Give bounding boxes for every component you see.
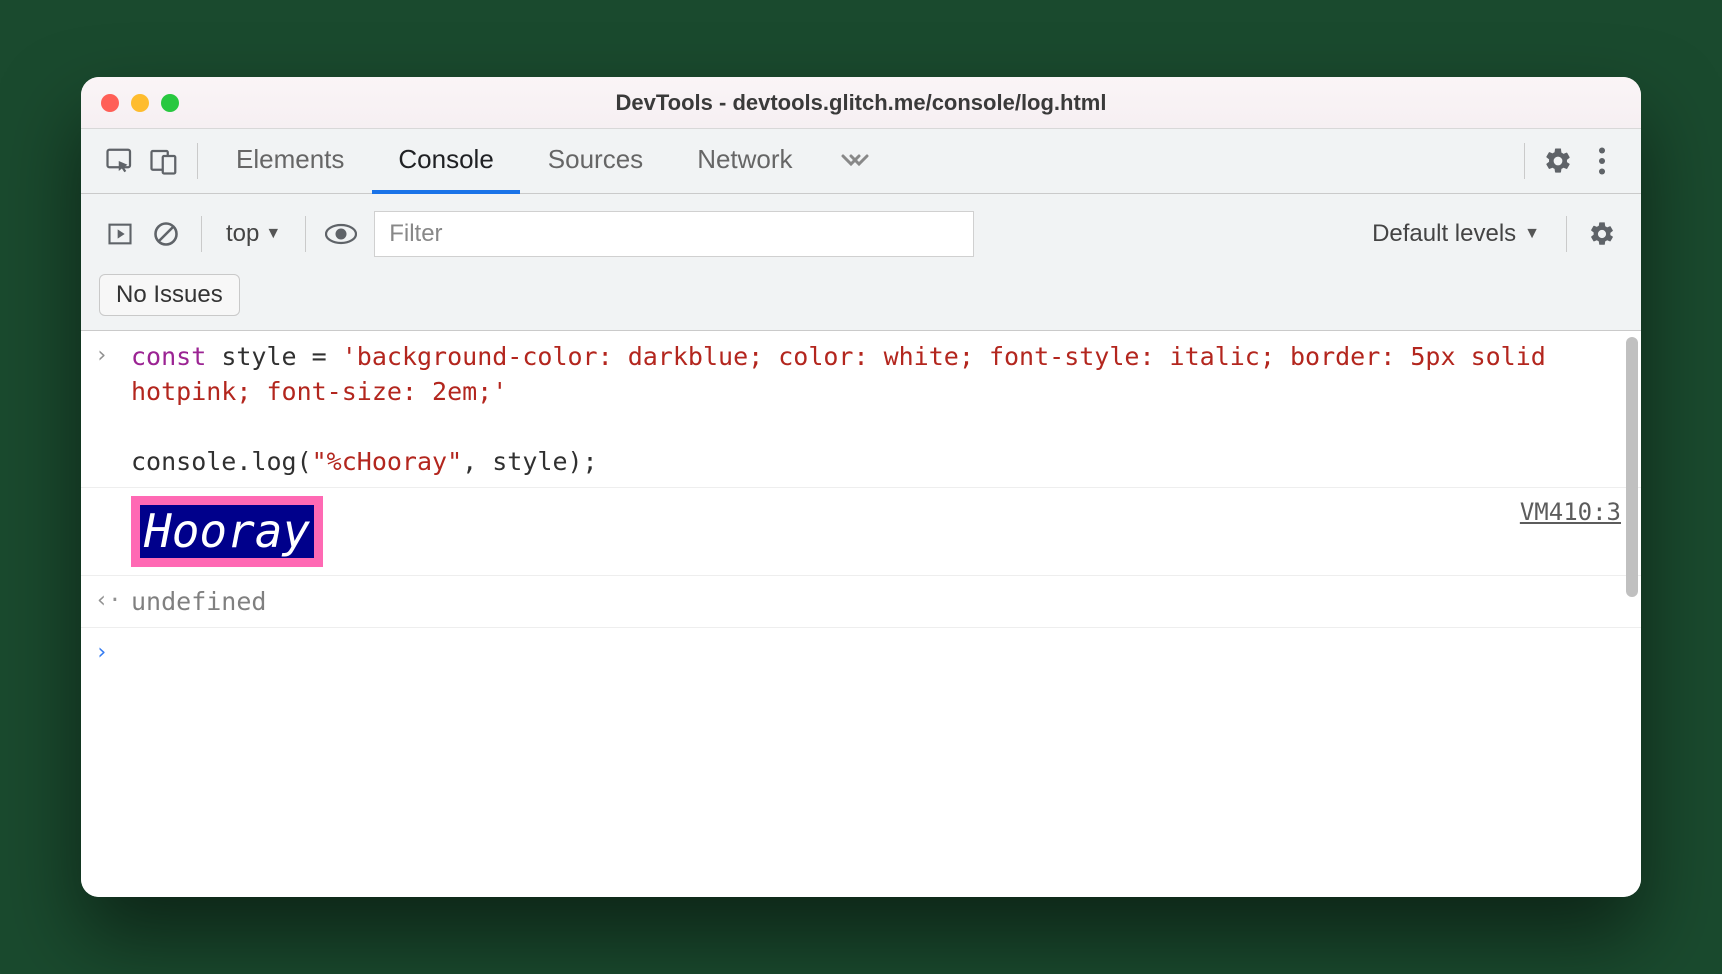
toggle-sidebar-icon[interactable] — [99, 213, 141, 255]
source-link[interactable]: VM410:3 — [1520, 496, 1621, 567]
return-value: undefined — [131, 584, 1621, 619]
chevron-down-icon: ▼ — [1524, 225, 1540, 243]
window-title: DevTools - devtools.glitch.me/console/lo… — [81, 90, 1641, 116]
log-content: Hooray — [131, 496, 1500, 567]
console-return-row: ‹· undefined — [81, 576, 1641, 628]
close-window-button[interactable] — [101, 94, 119, 112]
divider — [1566, 216, 1567, 252]
titlebar: DevTools - devtools.glitch.me/console/lo… — [81, 77, 1641, 129]
divider — [197, 143, 198, 179]
console-input-row: › const style = 'background-color: darkb… — [81, 331, 1641, 488]
divider — [201, 216, 202, 252]
levels-label: Default levels — [1372, 220, 1516, 248]
console-toolbar: top ▼ Default levels ▼ — [81, 194, 1641, 331]
kebab-menu-icon[interactable] — [1581, 140, 1623, 182]
filter-input[interactable] — [374, 211, 974, 257]
settings-icon[interactable] — [1537, 140, 1579, 182]
tab-network[interactable]: Network — [671, 129, 818, 194]
console-prompt-row[interactable]: › — [81, 628, 1641, 677]
styled-log-output: Hooray — [131, 496, 323, 567]
chevron-down-icon: ▼ — [265, 225, 281, 243]
log-levels-selector[interactable]: Default levels ▼ — [1350, 220, 1552, 248]
traffic-lights — [101, 94, 179, 112]
scrollbar[interactable] — [1626, 337, 1638, 597]
tab-console[interactable]: Console — [372, 129, 519, 194]
minimize-window-button[interactable] — [131, 94, 149, 112]
tab-sources[interactable]: Sources — [522, 129, 669, 194]
prompt-chevron-icon: › — [95, 636, 131, 669]
execution-context-selector[interactable]: top ▼ — [216, 220, 291, 248]
issues-button[interactable]: No Issues — [99, 274, 240, 316]
console-settings-icon[interactable] — [1581, 213, 1623, 255]
live-expression-icon[interactable] — [320, 213, 362, 255]
device-toolbar-icon[interactable] — [143, 140, 185, 182]
console-input-code: const style = 'background-color: darkblu… — [131, 339, 1621, 479]
panel-tabbar: Elements Console Sources Network — [81, 129, 1641, 194]
console-output[interactable]: › const style = 'background-color: darkb… — [81, 331, 1641, 897]
context-label: top — [226, 220, 259, 248]
devtools-window: DevTools - devtools.glitch.me/console/lo… — [81, 77, 1641, 897]
inspect-element-icon[interactable] — [99, 140, 141, 182]
clear-console-icon[interactable] — [145, 213, 187, 255]
divider — [1524, 143, 1525, 179]
input-chevron-icon: › — [95, 339, 131, 479]
gutter-spacer — [95, 496, 131, 567]
maximize-window-button[interactable] — [161, 94, 179, 112]
console-prompt-input[interactable] — [131, 636, 1621, 669]
divider — [305, 216, 306, 252]
more-tabs-icon[interactable] — [821, 152, 887, 170]
output-chevron-icon: ‹· — [95, 584, 131, 619]
console-log-row: Hooray VM410:3 — [81, 488, 1641, 576]
tab-elements[interactable]: Elements — [210, 129, 370, 194]
